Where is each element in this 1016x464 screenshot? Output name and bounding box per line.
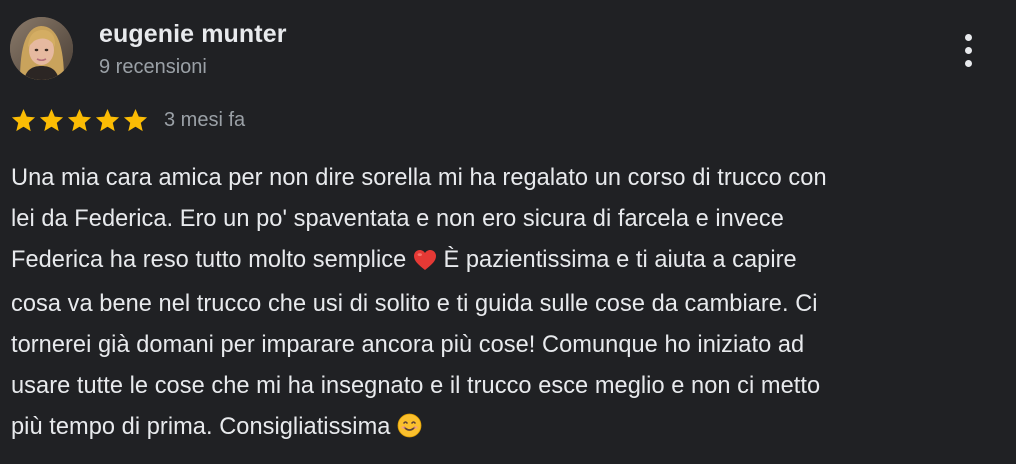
star-rating	[10, 107, 149, 134]
review-text-line: Una mia cara amica per non dire sorella …	[11, 165, 827, 191]
star-icon	[39, 108, 64, 131]
star-icon	[123, 108, 148, 131]
review-card: eugenie munter 9 recensioni 3 mesi fa Un…	[0, 0, 1016, 464]
smiling-face-icon	[397, 411, 422, 452]
star-icon	[67, 108, 92, 131]
red-heart-icon	[413, 244, 437, 285]
avatar[interactable]	[10, 17, 73, 80]
more-vertical-icon	[964, 59, 972, 67]
star-icon	[95, 108, 120, 131]
review-text-line: cosa va bene nel trucco che usi di solit…	[11, 291, 818, 318]
review-count[interactable]: 9 recensioni	[99, 56, 207, 79]
more-vertical-icon	[964, 33, 972, 41]
star-icon	[11, 108, 36, 131]
review-text-line: tornerei già domani per imparare ancora …	[11, 332, 805, 359]
author-name[interactable]: eugenie munter	[99, 20, 287, 49]
rating-row: 3 mesi fa	[10, 105, 245, 135]
review-text-line: lei da Federica. Ero un po' spaventata e…	[11, 205, 784, 232]
review-date: 3 mesi fa	[164, 108, 246, 131]
more-vertical-icon	[964, 46, 972, 54]
review-text-line: Federica ha reso tutto molto semplice È …	[11, 240, 1001, 285]
more-options-button[interactable]	[949, 26, 987, 74]
review-text-line: più tempo di prima. Consigliatissima	[11, 407, 1001, 452]
review-text-line: usare tutte le cose che mi ha insegnato …	[11, 372, 821, 399]
review-text: Una mia cara amica per non dire sorella …	[11, 158, 1001, 452]
